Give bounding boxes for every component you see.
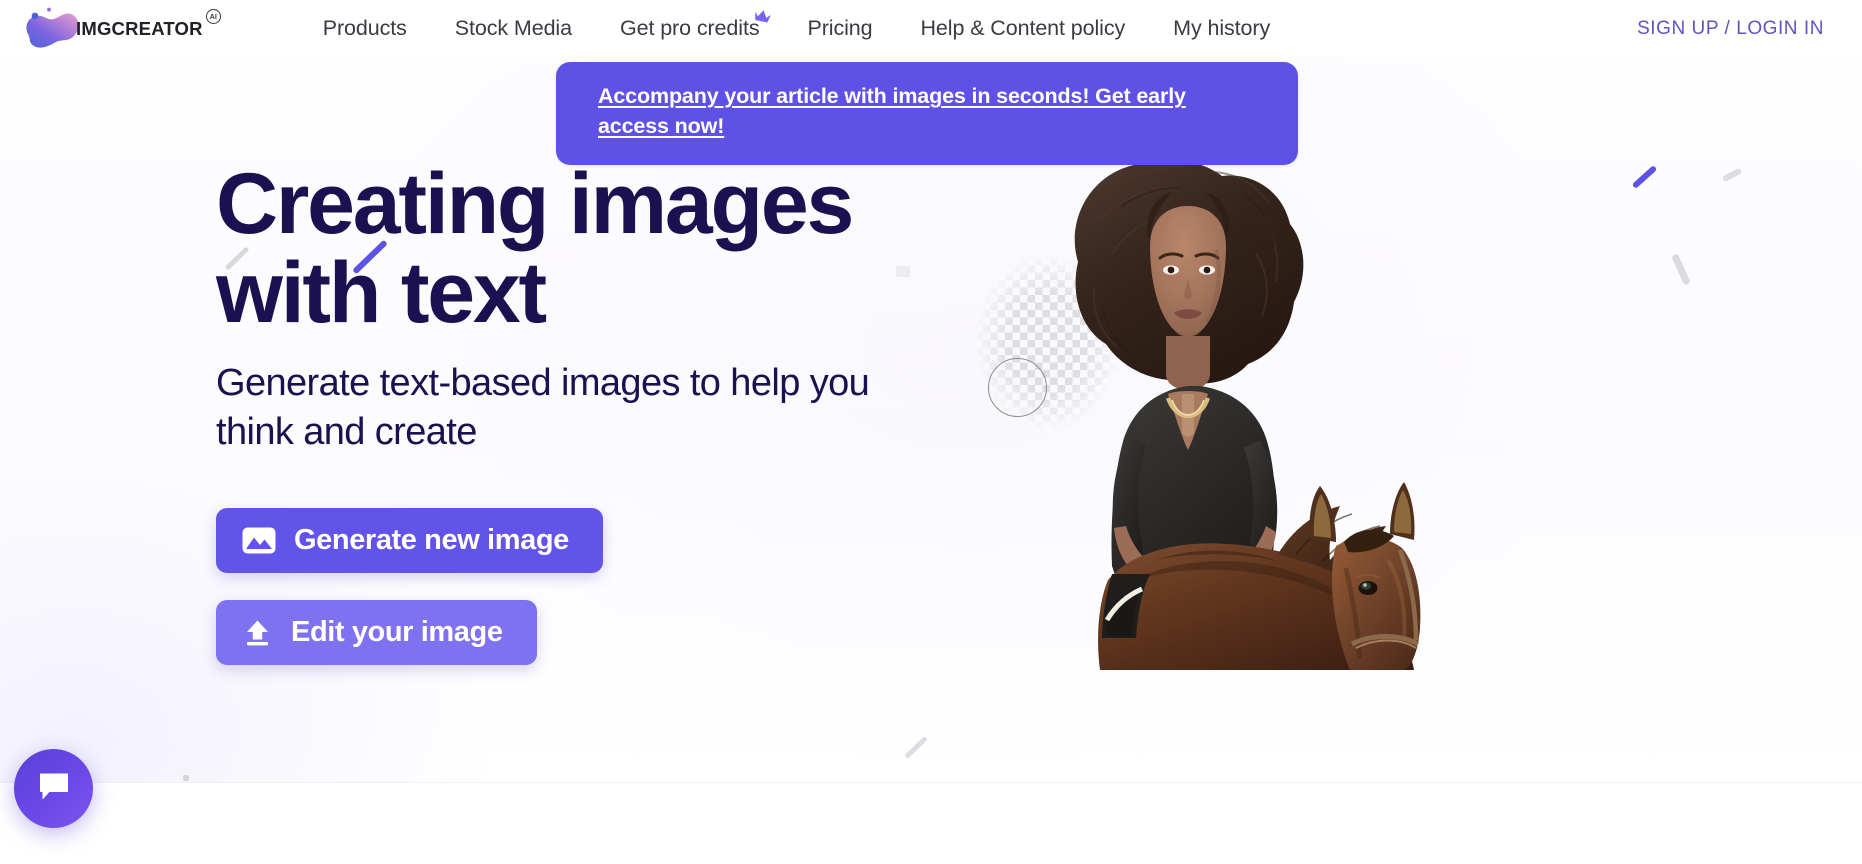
promo-banner-text: Accompany your article with images in se… — [598, 84, 1186, 138]
page-title: Creating images with text — [216, 160, 936, 337]
nav-item-my-history[interactable]: My history — [1149, 16, 1294, 41]
button-label: Generate new image — [294, 524, 569, 557]
nav-label: My history — [1173, 16, 1271, 40]
chat-bubble-icon — [37, 770, 71, 807]
image-icon — [242, 527, 276, 554]
nav-item-products[interactable]: Products — [299, 16, 431, 41]
nav-item-pricing[interactable]: Pricing — [783, 16, 896, 41]
brand-name-text: IMGCREATOR — [76, 17, 203, 39]
decorative-square-2 — [183, 775, 189, 781]
headline-line-2: with text — [216, 244, 547, 341]
site-header: IMGCREATOR AI Products Stock Media Get p… — [0, 0, 1862, 57]
button-label: Edit your image — [291, 616, 503, 649]
edit-your-image-button[interactable]: Edit your image — [216, 600, 537, 666]
hero-subheading: Generate text-based images to help you t… — [216, 362, 870, 453]
nav-label: Stock Media — [454, 16, 572, 40]
nav-item-stock-media[interactable]: Stock Media — [431, 16, 596, 41]
signup-login-link[interactable]: SIGN UP / LOGIN IN — [1637, 18, 1824, 40]
chat-widget-button[interactable] — [14, 749, 93, 828]
generate-new-image-button[interactable]: Generate new image — [216, 508, 603, 574]
hero-artwork — [960, 150, 1460, 670]
upload-icon — [242, 619, 273, 647]
blob-gradient-logo-icon — [18, 6, 84, 52]
headline-line-1: Creating images — [216, 156, 854, 252]
section-divider — [0, 782, 1862, 783]
nav-item-help-content-policy[interactable]: Help & Content policy — [897, 16, 1150, 41]
nav-label: Products — [322, 16, 407, 40]
brand-name: IMGCREATOR AI — [76, 8, 221, 40]
ai-badge: AI — [205, 8, 221, 24]
nav-label: Pricing — [807, 16, 873, 40]
nav-item-get-pro-credits[interactable]: Get pro credits — [596, 10, 784, 41]
brand-logo[interactable]: IMGCREATOR AI — [18, 0, 221, 57]
main-navigation: Products Stock Media Get pro credits Pri… — [299, 10, 1294, 41]
page-root: IMGCREATOR AI Products Stock Media Get p… — [0, 0, 1862, 864]
promo-banner[interactable]: Accompany your article with images in se… — [556, 62, 1298, 166]
nav-label: Get pro credits — [619, 16, 760, 40]
hero-content: Creating images with text Generate text-… — [216, 160, 936, 666]
nav-label: Help & Content policy — [920, 16, 1126, 40]
crown-icon — [753, 5, 772, 23]
hero-photo-woman-on-horse — [1074, 160, 1421, 670]
